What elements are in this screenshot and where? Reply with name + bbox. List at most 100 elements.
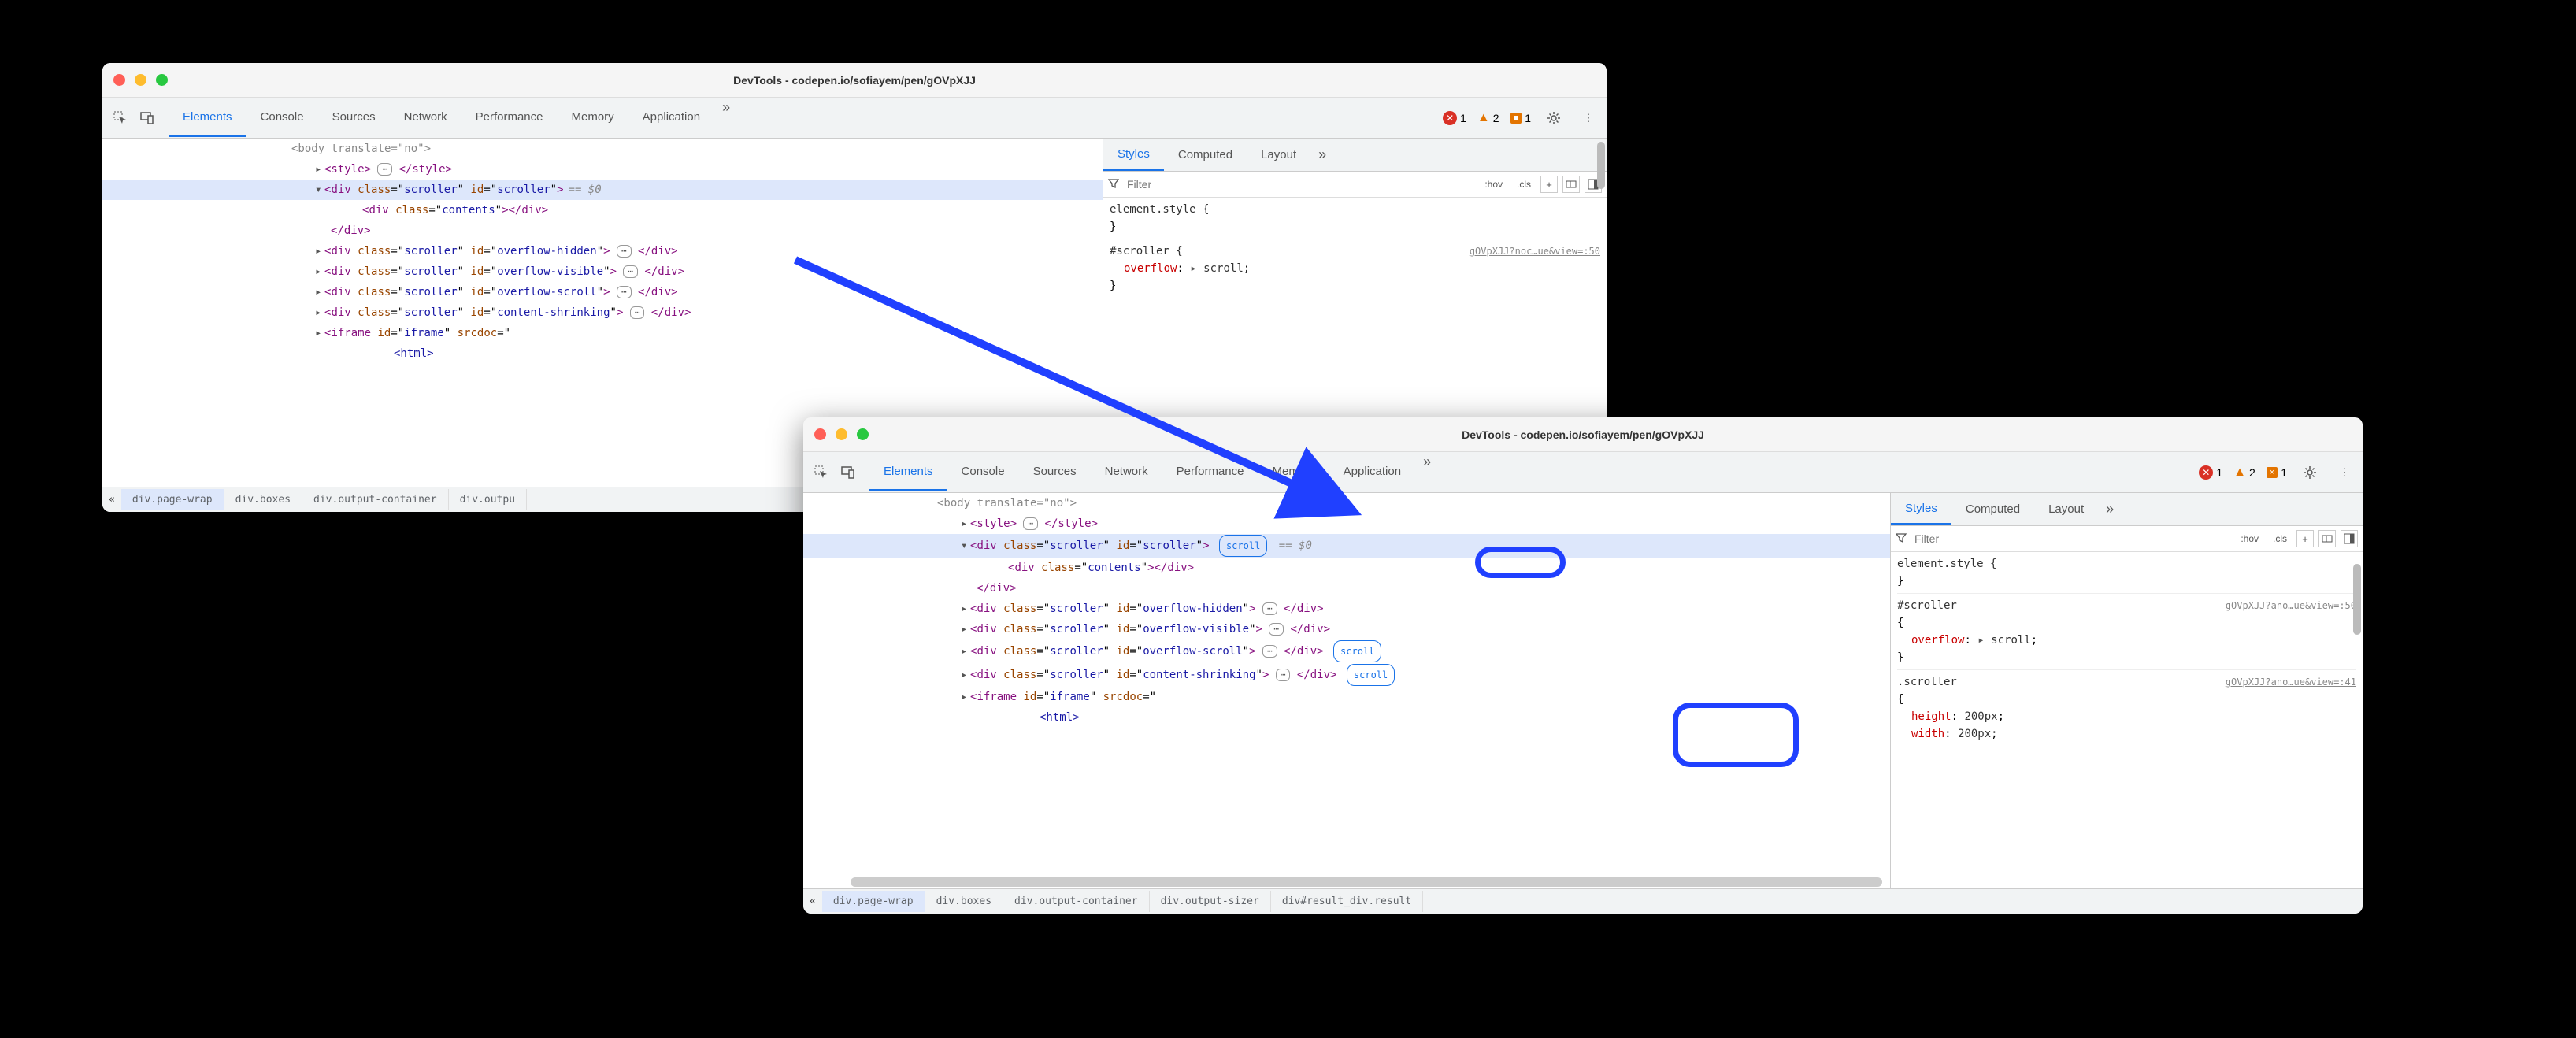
- css-source-link[interactable]: gOVpXJJ?ano…ue&view=:41: [2226, 673, 2356, 691]
- dom-div-close[interactable]: </div>: [102, 221, 1103, 241]
- bc-prev-icon[interactable]: «: [803, 895, 822, 907]
- main-split: <body translate="no"> ▸<style> ⋯ </style…: [803, 493, 2363, 888]
- scroll-badge[interactable]: scroll: [1347, 664, 1395, 686]
- css-source-link[interactable]: gOVpXJJ?ano…ue&view=:50: [2226, 597, 2356, 614]
- tab-network[interactable]: Network: [1091, 454, 1162, 491]
- tab-console[interactable]: Console: [947, 454, 1019, 491]
- settings-icon[interactable]: [2298, 461, 2322, 484]
- crumb-output-container[interactable]: div.output-container: [1003, 891, 1150, 912]
- dom-body-line[interactable]: <body translate="no">: [803, 493, 1890, 513]
- styles-pane-icon[interactable]: [1562, 176, 1580, 193]
- crumb-result[interactable]: div#result_div.result: [1271, 891, 1423, 912]
- styles-tab-layout[interactable]: Layout: [1247, 140, 1310, 169]
- device-toggle-icon[interactable]: [135, 106, 159, 130]
- hov-toggle[interactable]: :hov: [2236, 532, 2263, 546]
- crumb-boxes[interactable]: div.boxes: [224, 489, 302, 510]
- dom-overflow-hidden[interactable]: ▸<div class="scroller" id="overflow-hidd…: [102, 241, 1103, 261]
- css-rules[interactable]: element.style { } gOVpXJJ?ano…ue&view=:5…: [1891, 552, 2363, 888]
- tab-application[interactable]: Application: [1329, 454, 1415, 491]
- dom-overflow-visible[interactable]: ▸<div class="scroller" id="overflow-visi…: [803, 619, 1890, 639]
- dom-overflow-scroll[interactable]: ▸<div class="scroller" id="overflow-scro…: [803, 639, 1890, 663]
- css-source-link[interactable]: gOVpXJJ?noc…ue&view=:50: [1470, 243, 1600, 260]
- dom-div-close[interactable]: </div>: [803, 578, 1890, 599]
- tab-elements[interactable]: Elements: [869, 454, 947, 491]
- crumb-page-wrap[interactable]: div.page-wrap: [822, 891, 925, 912]
- maximize-button[interactable]: [156, 74, 168, 86]
- hov-toggle[interactable]: :hov: [1480, 177, 1507, 191]
- bc-prev-icon[interactable]: «: [102, 494, 121, 506]
- dom-scroller-selected[interactable]: ⋯ ▾<div class="scroller" id="scroller">=…: [102, 180, 1103, 200]
- styles-tab-computed[interactable]: Computed: [1951, 495, 2034, 524]
- dom-content-shrinking[interactable]: ▸<div class="scroller" id="content-shrin…: [803, 663, 1890, 687]
- dom-style-line[interactable]: ▸<style> ⋯ </style>: [102, 159, 1103, 180]
- scroll-badge[interactable]: scroll: [1219, 535, 1267, 557]
- crumb-boxes[interactable]: div.boxes: [925, 891, 1003, 912]
- dom-contents[interactable]: <div class="contents"></div>: [803, 558, 1890, 578]
- minimize-button[interactable]: [135, 74, 146, 86]
- more-tabs-icon[interactable]: »: [714, 99, 738, 137]
- crumb-output-container[interactable]: div.output-container: [302, 489, 449, 510]
- crumb-page-wrap[interactable]: div.page-wrap: [121, 489, 224, 510]
- error-count[interactable]: ✕1: [2199, 465, 2222, 480]
- kebab-menu-icon[interactable]: ⋮: [1577, 106, 1600, 130]
- error-count[interactable]: ✕1: [1443, 111, 1466, 125]
- dom-body-line[interactable]: <body translate="no">: [102, 139, 1103, 159]
- computed-pane-icon[interactable]: [2341, 530, 2358, 547]
- styles-more-icon[interactable]: »: [2098, 501, 2122, 517]
- tab-network[interactable]: Network: [390, 99, 461, 137]
- dom-iframe-html[interactable]: <html>: [102, 343, 1103, 364]
- styles-filter-input[interactable]: [1911, 529, 2231, 548]
- dom-iframe-html[interactable]: <html>: [803, 707, 1890, 728]
- cls-toggle[interactable]: .cls: [1512, 177, 1536, 191]
- settings-icon[interactable]: [1542, 106, 1566, 130]
- styles-scrollbar[interactable]: [1597, 142, 1605, 189]
- crumb-output-truncated[interactable]: div.outpu: [449, 489, 527, 510]
- styles-tab-styles[interactable]: Styles: [1103, 139, 1164, 171]
- styles-tab-styles[interactable]: Styles: [1891, 494, 1951, 525]
- tab-application[interactable]: Application: [628, 99, 714, 137]
- tab-sources[interactable]: Sources: [1019, 454, 1091, 491]
- tab-elements[interactable]: Elements: [169, 99, 246, 137]
- dom-contents[interactable]: <div class="contents"></div>: [102, 200, 1103, 221]
- dom-overflow-visible[interactable]: ▸<div class="scroller" id="overflow-visi…: [102, 261, 1103, 282]
- close-button[interactable]: [814, 428, 826, 440]
- styles-scrollbar[interactable]: [2353, 564, 2361, 635]
- tab-performance[interactable]: Performance: [461, 99, 558, 137]
- tab-memory[interactable]: Memory: [1258, 454, 1329, 491]
- issue-count[interactable]: ■1: [1510, 112, 1531, 124]
- tab-sources[interactable]: Sources: [318, 99, 390, 137]
- dom-iframe[interactable]: ▸<iframe id="iframe" srcdoc=": [803, 687, 1890, 707]
- tab-console[interactable]: Console: [246, 99, 318, 137]
- warning-count[interactable]: ▲2: [1477, 111, 1499, 125]
- styles-tab-computed[interactable]: Computed: [1164, 140, 1247, 169]
- new-rule-button[interactable]: +: [2296, 530, 2314, 547]
- new-rule-button[interactable]: +: [1540, 176, 1558, 193]
- styles-filter-input[interactable]: [1124, 175, 1475, 194]
- styles-pane-icon[interactable]: [2318, 530, 2336, 547]
- tab-memory[interactable]: Memory: [558, 99, 628, 137]
- scroll-badge[interactable]: scroll: [1333, 640, 1381, 662]
- dom-overflow-hidden[interactable]: ▸<div class="scroller" id="overflow-hidd…: [803, 599, 1890, 619]
- more-tabs-icon[interactable]: »: [1415, 454, 1439, 491]
- inspect-icon[interactable]: [810, 461, 833, 484]
- dom-style-line[interactable]: ▸<style> ⋯ </style>: [803, 513, 1890, 534]
- minimize-button[interactable]: [836, 428, 847, 440]
- issue-count[interactable]: ×1: [2267, 466, 2287, 479]
- crumb-output-sizer[interactable]: div.output-sizer: [1150, 891, 1271, 912]
- close-button[interactable]: [113, 74, 125, 86]
- dom-content-shrinking[interactable]: ▸<div class="scroller" id="content-shrin…: [102, 302, 1103, 323]
- cls-toggle[interactable]: .cls: [2268, 532, 2292, 546]
- tab-performance[interactable]: Performance: [1162, 454, 1258, 491]
- device-toggle-icon[interactable]: [836, 461, 860, 484]
- warning-count[interactable]: ▲2: [2233, 465, 2255, 480]
- elements-h-scrollbar[interactable]: [851, 877, 1882, 887]
- dom-scroller-selected[interactable]: ▾<div class="scroller" id="scroller"> sc…: [803, 534, 1890, 558]
- maximize-button[interactable]: [857, 428, 869, 440]
- kebab-menu-icon[interactable]: ⋮: [2333, 461, 2356, 484]
- styles-tab-layout[interactable]: Layout: [2034, 495, 2098, 524]
- dom-iframe[interactable]: ▸<iframe id="iframe" srcdoc=": [102, 323, 1103, 343]
- dom-overflow-scroll[interactable]: ▸<div class="scroller" id="overflow-scro…: [102, 282, 1103, 302]
- styles-more-icon[interactable]: »: [1310, 146, 1334, 163]
- inspect-icon[interactable]: [109, 106, 132, 130]
- elements-tree[interactable]: <body translate="no"> ▸<style> ⋯ </style…: [803, 493, 1890, 888]
